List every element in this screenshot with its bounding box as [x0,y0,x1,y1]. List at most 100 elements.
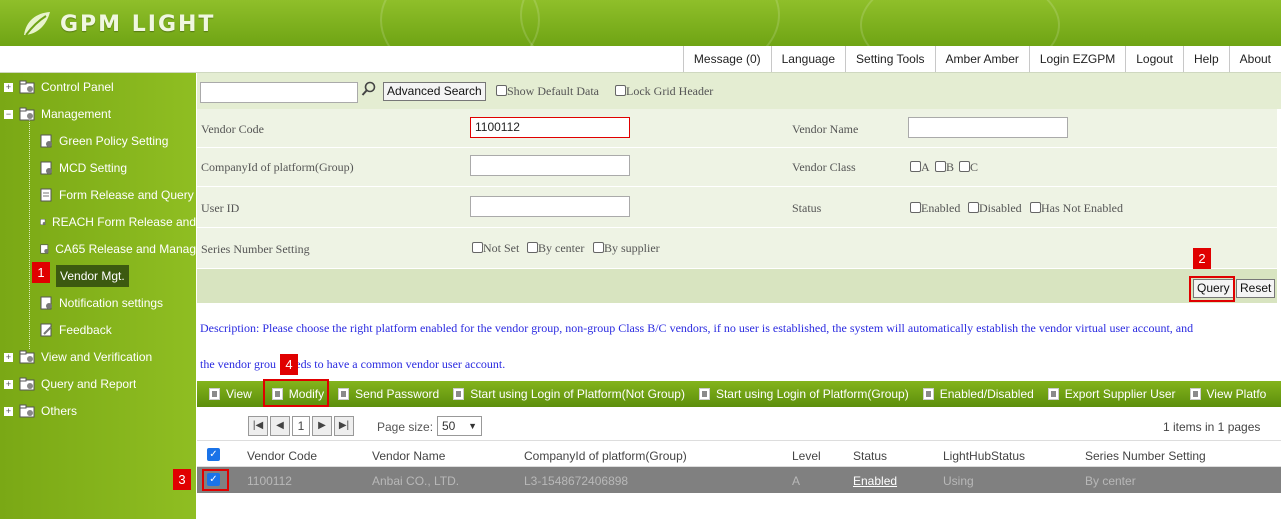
view-icon [209,388,220,400]
view-button[interactable]: View [197,387,259,401]
companyid-label: CompanyId of platform(Group) [201,160,354,174]
cell-lighthub-status: Using [943,474,974,488]
last-page-icon[interactable]: ▶| [334,416,354,436]
column-header[interactable]: Vendor Code [247,449,317,463]
document-gear-icon [40,161,52,175]
folder-gear-icon [19,404,35,418]
column-header[interactable]: LightHubStatus [943,449,1025,463]
send-password-button[interactable]: Send Password [331,387,446,401]
document-gear-icon [40,219,46,225]
sidebar-item-view-verification[interactable]: + View and Verification [4,346,152,368]
sidebar-item-label: Vendor Mgt. [60,269,125,283]
prev-page-icon[interactable]: ◀ [270,416,290,436]
series-not-set-checkbox[interactable]: Not Set [472,241,519,256]
leaf-logo-icon [24,12,50,36]
expand-icon[interactable]: + [4,82,13,92]
expand-icon[interactable]: + [4,406,13,416]
column-header[interactable]: Status [853,449,887,463]
sidebar-item-mcd[interactable]: MCD Setting [40,157,127,179]
user-id-label: User ID [201,201,240,215]
class-a-checkbox[interactable]: A [910,160,930,175]
view-platform-button[interactable]: View Platfo [1183,387,1274,401]
nav-about[interactable]: About [1228,46,1281,72]
column-header[interactable]: Level [792,449,821,463]
first-page-icon[interactable]: |◀ [248,416,268,436]
document-icon [40,188,52,202]
companyid-input[interactable] [470,155,630,176]
column-header[interactable]: Vendor Name [372,449,445,463]
reset-button[interactable]: Reset [1236,279,1276,298]
query-form: Vendor Code 1100112 Vendor Name CompanyI… [197,109,1277,269]
export-supplier-user-button[interactable]: Export Supplier User [1041,387,1183,401]
checkbox-icon[interactable] [496,85,507,96]
page-number-input[interactable]: 1 [292,416,310,436]
nav-message[interactable]: Message (0) [682,46,771,72]
enabled-disabled-button[interactable]: Enabled/Disabled [916,387,1041,401]
sidebar-item-ca65[interactable]: CA65 Release and Manag [40,238,196,260]
description-line-1: Description: Please choose the right pla… [200,321,1194,335]
nav-user[interactable]: Amber Amber [934,46,1029,72]
sidebar-item-query-report[interactable]: + Query and Report [4,373,136,395]
sidebar-item-label: CA65 Release and Manag [55,242,196,256]
form-row: User ID Status Enabled Disabled Has Not … [197,187,1277,228]
status-disabled-checkbox[interactable]: Disabled [968,201,1022,216]
annotation-badge: 2 [1193,248,1211,269]
class-c-checkbox[interactable]: C [959,160,978,175]
sidebar-item-label: REACH Form Release and [51,215,196,229]
show-default-checkbox[interactable]: Show Default Data [496,84,599,99]
vendor-code-input[interactable]: 1100112 [470,117,630,138]
advanced-search-button[interactable]: Advanced Search [383,82,486,101]
class-b-checkbox[interactable]: B [935,160,954,175]
series-supplier-checkbox[interactable]: By supplier [593,241,660,256]
collapse-icon[interactable]: − [4,109,13,119]
document-icon [453,388,465,400]
checkbox-icon[interactable] [615,85,626,96]
search-input[interactable] [200,82,358,103]
nav-help[interactable]: Help [1182,46,1229,72]
sidebar-item-label: Feedback [59,323,112,337]
search-icon[interactable] [361,81,377,97]
column-header[interactable]: Series Number Setting [1085,449,1206,463]
next-page-icon[interactable]: ▶ [312,416,332,436]
lock-header-checkbox[interactable]: Lock Grid Header [615,84,713,99]
table-row[interactable]: ✓ 1100112 Anbai CO., LTD. L3-15486724068… [197,467,1281,493]
page-size-select[interactable]: 50 ▼ [437,416,482,436]
annotation-badge: 1 [32,262,50,283]
document-icon [698,388,710,400]
sidebar-item-management[interactable]: − Management [4,103,111,125]
sidebar-item-form-release[interactable]: Form Release and Query [40,184,194,206]
expand-icon[interactable]: + [4,352,13,362]
sidebar-item-notification[interactable]: Notification settings [40,292,163,314]
nav-language[interactable]: Language [770,46,845,72]
logo-text: GPM LIGHT [60,11,216,37]
export-icon [1047,388,1059,400]
sidebar-item-green-policy[interactable]: Green Policy Setting [40,130,168,152]
expand-icon[interactable]: + [4,379,13,389]
sidebar-item-control-panel[interactable]: + Control Panel [4,76,114,98]
annotation-highlight [202,469,229,491]
grid-pager: |◀ ◀ 1 ▶ ▶| Page size: 50 ▼ 1 items in 1 … [197,411,1281,441]
series-center-checkbox[interactable]: By center [527,241,584,256]
status-enabled-checkbox[interactable]: Enabled [910,201,960,216]
query-actions-bar: Query Reset [197,269,1277,303]
nav-login-ezgpm[interactable]: Login EZGPM [1028,46,1125,72]
column-header[interactable]: CompanyId of platform(Group) [524,449,687,463]
folder-gear-icon [19,377,35,391]
start-login-group-button[interactable]: Start using Login of Platform(Group) [692,387,916,401]
sidebar-item-label: Green Policy Setting [59,134,169,148]
sidebar-item-vendor-mgt[interactable]: Vendor Mgt. [56,265,129,287]
sidebar-item-others[interactable]: + Others [4,400,77,422]
sidebar-item-reach[interactable]: REACH Form Release and [40,211,196,233]
nav-logout[interactable]: Logout [1125,46,1183,72]
start-login-not-group-button[interactable]: Start using Login of Platform(Not Group) [446,387,692,401]
user-id-input[interactable] [470,196,630,217]
status-not-enabled-checkbox[interactable]: Has Not Enabled [1030,201,1123,216]
vendor-name-input[interactable] [908,117,1068,138]
select-all-checkbox[interactable]: ✓ [207,448,220,461]
annotation-highlight [263,379,329,407]
sidebar-item-feedback[interactable]: Feedback [40,319,112,341]
nav-setting-tools[interactable]: Setting Tools [845,46,935,72]
app-logo: GPM LIGHT [20,8,215,40]
folder-gear-icon [19,350,35,364]
cell-status-link[interactable]: Enabled [853,474,897,488]
